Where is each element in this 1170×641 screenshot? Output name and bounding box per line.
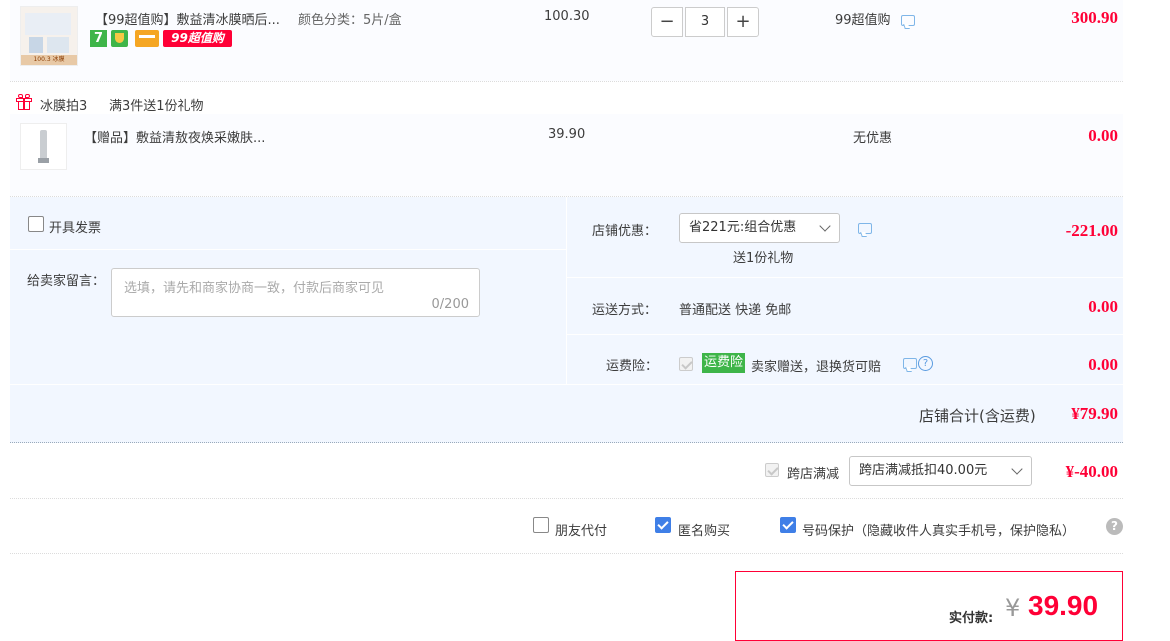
divider <box>10 498 1123 499</box>
quantity-minus-button[interactable]: − <box>651 7 683 37</box>
invoice-label[interactable]: 开具发票 <box>49 217 101 236</box>
discount-amount: -221.00 <box>1065 221 1118 240</box>
discount-sub: 送1份礼物 <box>733 251 794 266</box>
panel-row-divider <box>10 384 1123 385</box>
options-help-text: ? <box>1111 519 1118 533</box>
promo-message-icon[interactable] <box>901 15 915 26</box>
item-subtotal: 300.90 <box>1071 8 1118 27</box>
panel-divider <box>566 197 567 384</box>
insurance-message-icon[interactable] <box>903 358 917 369</box>
gift-thumbnail[interactable] <box>20 123 67 170</box>
friend-pay-checkbox[interactable] <box>533 517 549 533</box>
product-thumbnail[interactable]: 100.3 冰膜 <box>20 6 78 66</box>
store-total-amount: ¥79.90 <box>1071 404 1118 423</box>
item-sku: 颜色分类：5片/盒 <box>298 13 402 28</box>
payment-amount: 39.90 <box>1028 590 1099 621</box>
discount-selected: 省221元:组合优惠 <box>689 220 797 235</box>
plus-label: + <box>735 11 751 32</box>
gift-icon <box>16 94 32 110</box>
message-textarea[interactable]: 选填，请先和商家协商一致，付款后商家可见 0/200 <box>111 268 480 317</box>
payment-currency: ¥ <box>1005 594 1021 622</box>
badge-shield-icon <box>111 30 128 47</box>
shipping-amount: 0.00 <box>1088 297 1118 316</box>
chevron-down-icon <box>1011 463 1023 475</box>
invoice-checkbox[interactable] <box>28 216 44 232</box>
insurance-help-text: ? <box>922 358 929 369</box>
item-title[interactable]: 【99超值购】敷益清冰膜晒后... <box>95 9 280 28</box>
cross-store-selected: 跨店满减抵扣40.00元 <box>859 463 988 478</box>
gift-group-label: 冰膜拍3 <box>40 99 88 114</box>
gift-item-promo: 无优惠 <box>853 131 893 146</box>
store-total-label: 店铺合计(含运费) <box>919 407 1036 425</box>
anonymous-checkbox[interactable] <box>655 517 671 533</box>
right-row-divider <box>567 334 1123 335</box>
item-promo: 99超值购 <box>835 13 891 28</box>
chevron-down-icon <box>819 220 831 232</box>
discount-label: 店铺优惠： <box>592 224 658 239</box>
right-row-divider <box>567 277 1123 278</box>
thumb-caption: 100.3 冰膜 <box>21 55 77 65</box>
gift-item-title[interactable]: 【赠品】敷益清敖夜焕采嫩肤... <box>84 127 265 146</box>
item-unit-price: 100.30 <box>544 9 590 24</box>
friend-pay-label[interactable]: 朋友代付 <box>555 520 607 539</box>
insurance-badge: 运费险 <box>702 353 746 373</box>
number-protect-help-icon[interactable]: ? <box>1106 518 1123 535</box>
gift-group-rule: 满3件送1份礼物 <box>109 99 204 114</box>
message-counter: 0/200 <box>431 297 469 312</box>
insurance-label: 运费险： <box>606 359 659 374</box>
message-label: 给卖家留言： <box>27 274 106 289</box>
number-protect-label[interactable]: 号码保护（隐藏收件人真实手机号，保护隐私） <box>802 520 1075 539</box>
discount-message-icon[interactable] <box>858 223 872 234</box>
badge-seven-day: 7 <box>90 30 107 47</box>
badge-99-super: 99超值购 <box>163 30 232 47</box>
badge-card-icon <box>135 30 159 47</box>
shipping-value: 普通配送 快递 免邮 <box>679 303 792 318</box>
anonymous-label[interactable]: 匿名购买 <box>678 520 730 539</box>
cross-store-label: 跨店满减 <box>787 467 840 482</box>
badge-seven-text: 7 <box>93 31 104 46</box>
insurance-checkbox <box>679 357 693 371</box>
cross-store-checkbox <box>765 463 779 477</box>
quantity-value: 3 <box>700 14 710 29</box>
minus-label: − <box>659 11 675 32</box>
badge-99-text: 99超值购 <box>171 31 224 45</box>
quantity-input[interactable]: 3 <box>685 7 725 37</box>
number-protect-checkbox[interactable] <box>780 517 796 533</box>
message-placeholder: 选填，请先和商家协商一致，付款后商家可见 <box>124 281 385 296</box>
insurance-text: 卖家赠送，退换货可赔 <box>751 360 882 375</box>
quantity-plus-button[interactable]: + <box>727 7 759 37</box>
gift-item-subtotal: 0.00 <box>1088 126 1118 145</box>
shipping-label: 运送方式： <box>592 303 658 318</box>
insurance-help-icon[interactable]: ? <box>918 356 933 371</box>
cross-store-select[interactable]: 跨店满减抵扣40.00元 <box>849 456 1032 486</box>
payment-label: 实付款: <box>949 611 994 626</box>
divider <box>10 553 1123 554</box>
insurance-amount: 0.00 <box>1088 355 1118 374</box>
discount-select[interactable]: 省221元:组合优惠 <box>679 213 840 243</box>
divider <box>10 81 1123 82</box>
gift-item-unit-price: 39.90 <box>548 127 586 142</box>
cross-store-amount: ¥-40.00 <box>1065 462 1118 481</box>
